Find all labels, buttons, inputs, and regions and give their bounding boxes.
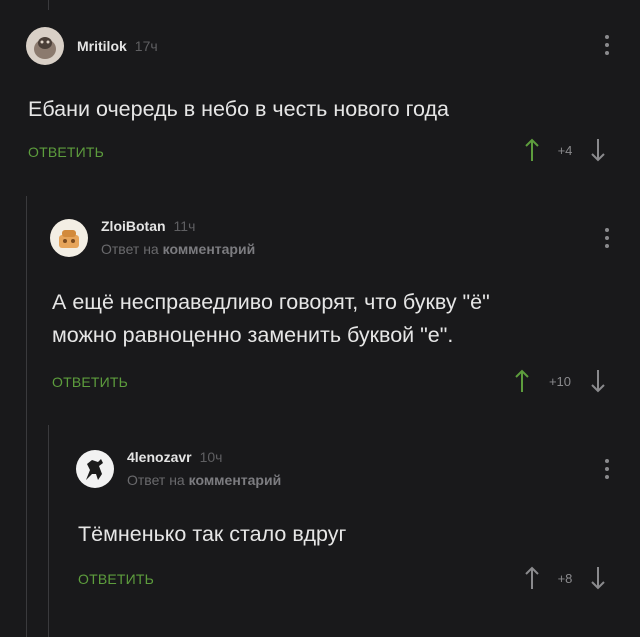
more-vertical-icon[interactable] bbox=[605, 228, 609, 248]
username[interactable]: ZloiBotan bbox=[101, 218, 166, 234]
vote-controls: +10 bbox=[514, 369, 606, 393]
arrow-up-icon[interactable] bbox=[514, 369, 530, 393]
username[interactable]: 4lenozavr bbox=[127, 449, 192, 465]
more-vertical-icon[interactable] bbox=[605, 459, 609, 479]
timestamp: 17ч bbox=[134, 38, 158, 54]
comment-header: 4lenozavr 10ч Ответ на комментарий bbox=[76, 449, 281, 488]
arrow-up-icon[interactable] bbox=[524, 138, 540, 162]
vote-controls: +8 bbox=[524, 566, 606, 590]
arrow-down-icon[interactable] bbox=[590, 369, 606, 393]
comment-mritilok: Mritilok 17ч Ебани очередь в небо в чест… bbox=[0, 0, 640, 190]
comment-4lenozavr: 4lenozavr 10ч Ответ на комментарий Тёмне… bbox=[0, 420, 640, 637]
comment-zloibotan: ZloiBotan 11ч Ответ на комментарий А ещё… bbox=[0, 190, 640, 420]
comment-header: ZloiBotan 11ч Ответ на комментарий bbox=[50, 218, 255, 257]
reply-button[interactable]: ОТВЕТИТЬ bbox=[28, 144, 104, 160]
timestamp: 11ч bbox=[173, 218, 196, 234]
score: +8 bbox=[557, 570, 573, 586]
vote-controls: +4 bbox=[524, 138, 606, 162]
comment-text: Ебани очередь в небо в честь нового года bbox=[28, 97, 449, 121]
timestamp: 10ч bbox=[199, 449, 223, 465]
arrow-down-icon[interactable] bbox=[590, 566, 606, 590]
avatar[interactable] bbox=[76, 449, 114, 488]
avatar[interactable] bbox=[26, 27, 64, 65]
score: +10 bbox=[548, 373, 572, 389]
comments-thread: Mritilok 17ч Ебани очередь в небо в чест… bbox=[0, 0, 640, 637]
reply-button[interactable]: ОТВЕТИТЬ bbox=[78, 571, 154, 587]
username[interactable]: Mritilok bbox=[77, 38, 127, 54]
avatar[interactable] bbox=[50, 218, 88, 257]
comment-text: А ещё несправедливо говорят, что букву "… bbox=[52, 290, 490, 347]
score: +4 bbox=[557, 142, 573, 158]
comment-text: Тёмненько так стало вдруг bbox=[78, 522, 347, 546]
reply-button[interactable]: ОТВЕТИТЬ bbox=[52, 374, 128, 390]
arrow-up-icon[interactable] bbox=[524, 566, 540, 590]
reply-to-link[interactable]: Ответ на комментарий bbox=[127, 472, 281, 488]
comment-header: Mritilok 17ч bbox=[26, 27, 158, 65]
more-vertical-icon[interactable] bbox=[605, 35, 609, 55]
arrow-down-icon[interactable] bbox=[590, 138, 606, 162]
reply-to-link[interactable]: Ответ на комментарий bbox=[101, 241, 255, 257]
